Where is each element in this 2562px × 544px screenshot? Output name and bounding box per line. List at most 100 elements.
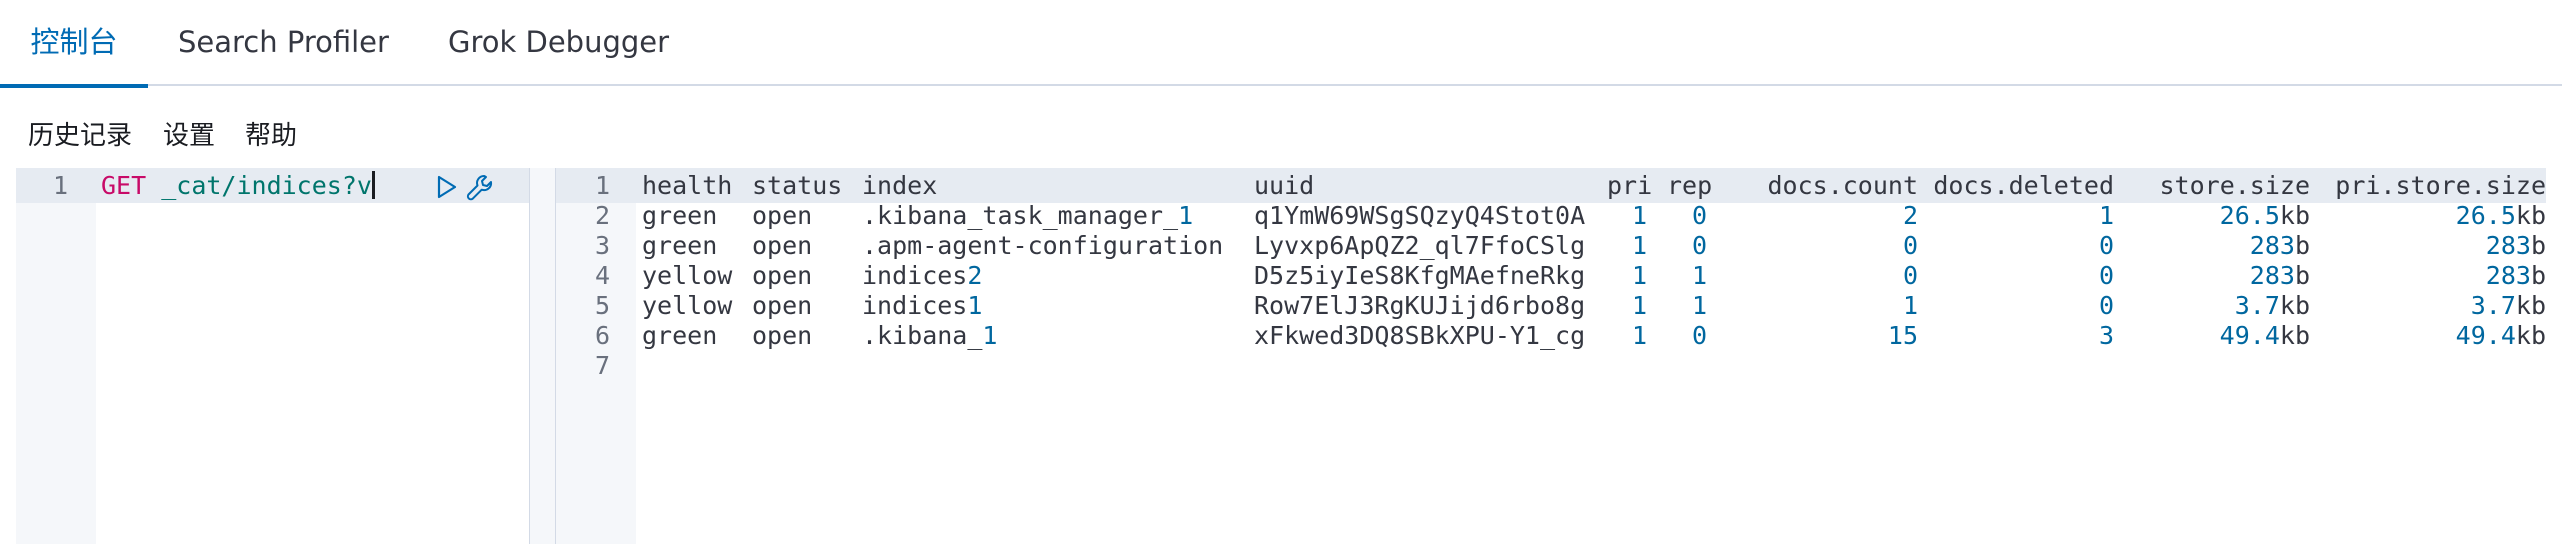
text-cursor [371, 171, 375, 199]
tab-bar: 控制台 Search Profiler Grok Debugger [0, 0, 2562, 88]
cell-pri-store-size-value: 26.5 [2455, 201, 2516, 230]
cell-pri: 1 [1631, 231, 1647, 260]
cell-docs-count: 0 [1902, 231, 1918, 260]
request-editor[interactable] [96, 168, 529, 544]
cell-store-size-unit: kb [2279, 201, 2310, 230]
help-link[interactable]: 帮助 [245, 118, 297, 154]
tab-search-profiler[interactable]: Search Profiler [178, 0, 389, 86]
cell-uuid: q1YmW69WSgSQzyQ4Stot0A [1254, 201, 1586, 230]
cell-docs-deleted: 0 [2098, 231, 2114, 260]
output-line-number: 1 [594, 171, 610, 200]
cell-index-number: 1 [967, 291, 983, 320]
cell-store-size-value: 49.4 [2219, 321, 2280, 350]
cell-pri-store-size: 283b [2332, 261, 2546, 291]
editor-gutter [16, 168, 96, 544]
cell-store-size: 3.7kb [2120, 291, 2310, 321]
column-header-rep: rep [1667, 171, 1713, 200]
cell-store-size-value: 3.7 [2234, 291, 2280, 320]
cell-docs-count: 2 [1902, 201, 1918, 230]
cell-pri-store-size-value: 49.4 [2455, 321, 2516, 350]
cell-pri-store-size-value: 3.7 [2470, 291, 2516, 320]
column-header-docs-count: docs.count [1767, 171, 1918, 200]
cell-store-size-value: 283 [2249, 231, 2295, 260]
cell-docs-count: 1 [1902, 291, 1918, 320]
cell-health: green [642, 231, 718, 260]
column-header-pri-store-size: pri.store.size [2335, 171, 2546, 200]
cell-docs-deleted: 1 [2098, 201, 2114, 230]
cell-index-text: indices [862, 261, 968, 290]
settings-link[interactable]: 设置 [163, 118, 215, 154]
cell-status: open [752, 321, 813, 350]
cell-status: open [752, 201, 813, 230]
cell-index: .kibana_1 [862, 321, 997, 351]
cell-pri-store-size-value: 283 [2485, 231, 2531, 260]
output-line-number: 5 [594, 291, 610, 320]
cell-pri-store-size-unit: kb [2515, 291, 2546, 320]
cell-docs-count: 15 [1887, 321, 1918, 350]
cell-pri-store-size: 283b [2332, 231, 2546, 261]
history-link[interactable]: 历史记录 [28, 118, 132, 154]
cell-health: yellow [642, 291, 733, 320]
cell-store-size: 283b [2120, 231, 2310, 261]
cell-index: indices2 [862, 261, 982, 291]
cell-status: open [752, 261, 813, 290]
column-header-health: health [642, 171, 733, 200]
play-icon[interactable] [432, 173, 460, 201]
cell-uuid: xFkwed3DQ8SBkXPU-Y1_cg [1254, 321, 1586, 350]
tab-console[interactable]: 控制台 [0, 0, 148, 88]
cell-index: .apm-agent-configuration [862, 231, 1223, 261]
column-header-status: status [752, 171, 843, 200]
request-path: _cat/indices?v [161, 171, 372, 200]
cell-store-size: 26.5kb [2120, 201, 2310, 231]
cell-docs-deleted: 3 [2098, 321, 2114, 350]
cell-pri: 1 [1631, 291, 1647, 320]
output-line-number: 6 [594, 321, 610, 350]
cell-store-size-unit: kb [2279, 291, 2310, 320]
cell-index-text: .kibana_task_manager_ [862, 201, 1179, 230]
cell-rep: 0 [1691, 231, 1707, 260]
request-method: GET [101, 171, 147, 200]
cell-status: open [752, 231, 813, 260]
cell-status: open [752, 291, 813, 320]
column-header-pri: pri [1607, 171, 1653, 200]
cell-index-number: 1 [982, 321, 998, 350]
cell-pri-store-size-unit: kb [2515, 201, 2546, 230]
cell-pri-store-size-unit: b [2530, 231, 2546, 260]
cell-store-size-value: 283 [2249, 261, 2295, 290]
cell-docs-deleted: 0 [2098, 261, 2114, 290]
cell-pri: 1 [1631, 261, 1647, 290]
column-header-docs-deleted: docs.deleted [1933, 171, 2114, 200]
cell-health: yellow [642, 261, 733, 290]
cell-store-size-value: 26.5 [2219, 201, 2280, 230]
cell-pri-store-size-value: 283 [2485, 261, 2531, 290]
column-header-uuid: uuid [1254, 171, 1315, 200]
cell-store-size-unit: kb [2279, 321, 2310, 350]
cell-docs-count: 0 [1902, 261, 1918, 290]
cell-index: indices1 [862, 291, 982, 321]
output-line-number: 7 [594, 351, 610, 380]
output-line-number: 4 [594, 261, 610, 290]
cell-store-size-unit: b [2294, 231, 2310, 260]
cell-pri: 1 [1631, 201, 1647, 230]
tab-grok-debugger[interactable]: Grok Debugger [448, 0, 669, 86]
cell-rep: 0 [1691, 321, 1707, 350]
editor-line-number: 1 [52, 171, 68, 200]
output-line-number: 2 [594, 201, 610, 230]
cell-store-size-unit: b [2294, 261, 2310, 290]
cell-index-number: 1 [1178, 201, 1194, 230]
cell-uuid: D5z5iyIeS8KfgMAefneRkg [1254, 261, 1586, 290]
cell-store-size: 49.4kb [2120, 321, 2310, 351]
cell-rep: 0 [1691, 201, 1707, 230]
cell-index-text: .kibana_ [862, 321, 983, 350]
wrench-icon[interactable] [465, 173, 493, 201]
pane-resizer[interactable] [529, 168, 556, 544]
cell-index-number: 2 [967, 261, 983, 290]
column-header-index: index [862, 171, 938, 200]
editor-request-line[interactable]: GET _cat/indices?v [101, 168, 375, 203]
cell-index-text: indices [862, 291, 968, 320]
cell-pri-store-size-unit: b [2530, 261, 2546, 290]
cell-store-size: 283b [2120, 261, 2310, 291]
output-line-number: 3 [594, 231, 610, 260]
cell-pri-store-size: 49.4kb [2332, 321, 2546, 351]
cell-docs-deleted: 0 [2098, 291, 2114, 320]
